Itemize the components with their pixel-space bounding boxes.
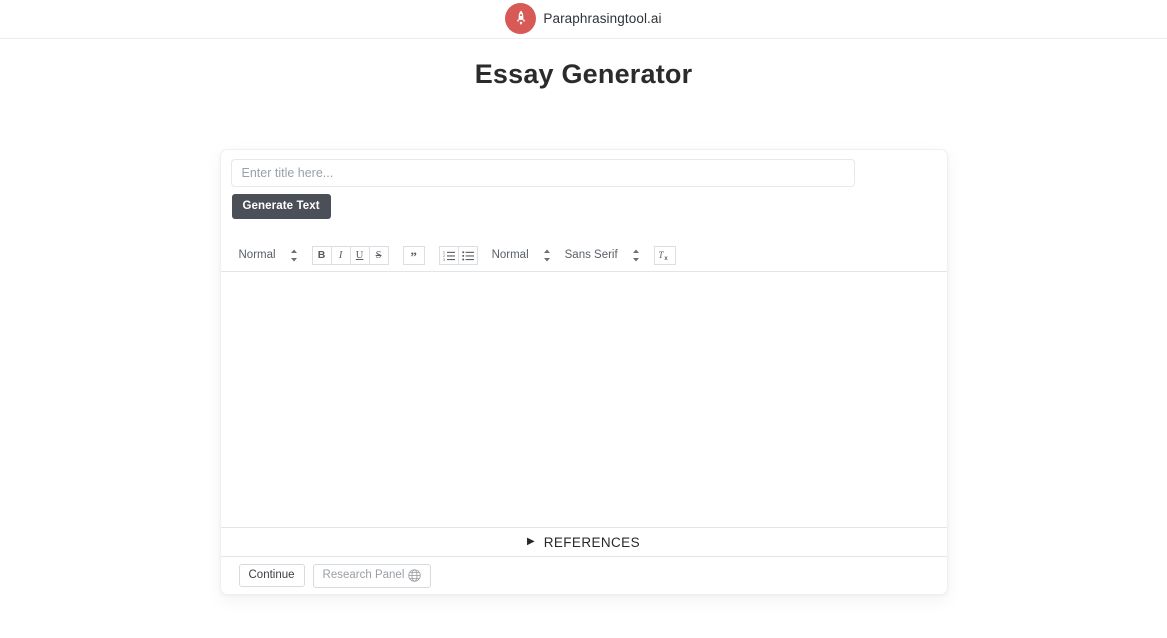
underline-button[interactable]: U	[349, 245, 370, 265]
essay-title-input[interactable]	[230, 159, 855, 187]
italic-button[interactable]: I	[330, 245, 351, 265]
editor-card-wrapper: Generate Text Normal B I U S ”	[0, 149, 1167, 595]
bullet-list-button[interactable]	[457, 245, 478, 265]
research-panel-label: Research Panel	[322, 569, 405, 581]
globe-icon	[408, 568, 422, 582]
text-style-group: B I U S	[311, 245, 389, 265]
size-format-dropdown[interactable]: Normal	[492, 249, 551, 262]
list-group: 1 2 3	[438, 245, 478, 265]
blockquote-group: ”	[402, 245, 425, 265]
title-row: Generate Text	[221, 150, 947, 239]
brand-logo[interactable]: Paraphrasingtool.ai	[505, 2, 662, 34]
chevron-updown-icon	[290, 249, 298, 262]
essay-editor-card: Generate Text Normal B I U S ”	[219, 149, 948, 595]
brand-name: Paraphrasingtool.ai	[543, 10, 662, 26]
font-family-value: Sans Serif	[564, 249, 618, 261]
clear-format-button[interactable]: T x	[653, 245, 676, 265]
blockquote-button[interactable]: ”	[402, 245, 425, 265]
references-label: REFERENCES	[543, 534, 640, 550]
clear-format-icon: T x	[659, 250, 669, 261]
page-title: Essay Generator	[474, 59, 693, 89]
quote-icon: ”	[410, 249, 417, 264]
size-format-value: Normal	[491, 249, 529, 261]
font-family-dropdown[interactable]: Sans Serif	[565, 249, 640, 262]
chevron-updown-icon	[543, 249, 551, 262]
bold-button[interactable]: B	[311, 245, 332, 265]
triangle-right-icon: ▶	[527, 536, 535, 547]
block-format-value: Normal	[238, 249, 276, 261]
continue-button[interactable]: Continue	[238, 564, 305, 587]
block-format-dropdown[interactable]: Normal	[239, 249, 298, 262]
research-panel-button[interactable]: Research Panel	[312, 563, 432, 588]
rocket-icon	[505, 2, 537, 34]
svg-text:3: 3	[443, 257, 445, 260]
generate-text-button[interactable]: Generate Text	[231, 194, 331, 219]
strikethrough-button[interactable]: S	[368, 245, 389, 265]
references-toggle[interactable]: ▶ REFERENCES	[220, 528, 947, 557]
ordered-list-icon: 1 2 3	[443, 250, 455, 261]
essay-content-editor[interactable]	[220, 272, 947, 528]
chevron-updown-icon	[632, 249, 640, 262]
ordered-list-button[interactable]: 1 2 3	[438, 245, 459, 265]
editor-toolbar: Normal B I U S ” 1 2 3 Normal Sans Serif…	[220, 239, 947, 272]
site-header: Paraphrasingtool.ai	[0, 0, 1167, 39]
card-footer: Continue Research Panel	[221, 557, 947, 594]
clear-format-group: T x	[653, 245, 676, 265]
svg-text:x: x	[665, 256, 669, 261]
bullet-list-icon	[461, 250, 474, 260]
